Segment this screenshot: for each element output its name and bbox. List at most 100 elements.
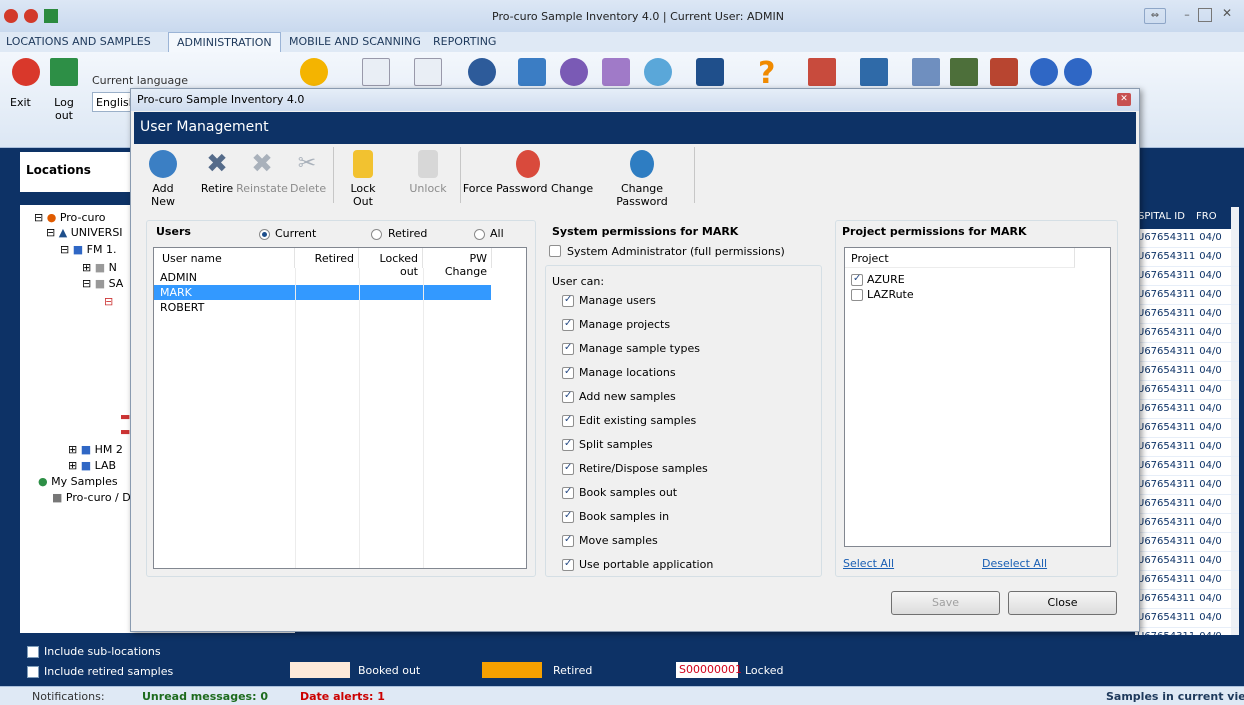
logout-icon[interactable] <box>50 58 78 86</box>
grid-row[interactable]: U6765431104/0 <box>1135 267 1239 286</box>
permission-label[interactable]: Split samples <box>579 438 653 451</box>
close-window-button[interactable]: ✕ <box>1220 6 1234 20</box>
tree-node[interactable]: ⊟ ■ FM 1. <box>60 243 116 256</box>
permission-label[interactable]: Add new samples <box>579 390 676 403</box>
grid-row[interactable]: U6765431104/0 <box>1135 343 1239 362</box>
filter-current-radio[interactable] <box>259 229 270 240</box>
fields-icon[interactable] <box>808 58 836 86</box>
include-retired-checkbox[interactable] <box>27 666 39 678</box>
add-new-button[interactable]: Add New <box>140 144 186 208</box>
tree-node[interactable]: ⊞ ■ N <box>82 261 117 274</box>
permission-label[interactable]: Edit existing samples <box>579 414 696 427</box>
permission-checkbox[interactable] <box>562 486 574 499</box>
grid-row[interactable]: U6765431104/0 <box>1135 324 1239 343</box>
permission-checkbox[interactable] <box>562 366 574 379</box>
boxes-icon[interactable] <box>990 58 1018 86</box>
units-icon[interactable] <box>696 58 724 86</box>
tab-administration[interactable]: ADMINISTRATION <box>168 32 281 53</box>
filter-all-label[interactable]: All <box>490 227 504 240</box>
deselect-all-link[interactable]: Deselect All <box>982 557 1047 570</box>
permission-checkbox[interactable] <box>562 318 574 331</box>
close-button[interactable]: Close <box>1008 591 1117 615</box>
filter-retired-radio[interactable] <box>371 229 382 240</box>
grid-row[interactable]: U6765431104/0 <box>1135 609 1239 628</box>
sample-icon[interactable] <box>644 58 672 86</box>
unlock-button[interactable]: Unlock <box>408 144 448 195</box>
filter-all-radio[interactable] <box>474 229 485 240</box>
tree-node[interactable]: ⊞ ■ HM 2 <box>68 443 123 456</box>
users-icon[interactable] <box>560 58 588 86</box>
company-icon[interactable] <box>518 58 546 86</box>
grid-row[interactable]: U6765431104/0 <box>1135 381 1239 400</box>
grid-row[interactable]: U6765431104/0 <box>1135 476 1239 495</box>
column-header[interactable]: PW Change <box>423 248 492 278</box>
logout-label[interactable]: Log out <box>52 96 76 122</box>
select-all-link[interactable]: Select All <box>843 557 894 570</box>
logout-quick-icon[interactable] <box>44 9 58 23</box>
calendar-icon[interactable] <box>912 58 940 86</box>
permission-label[interactable]: Use portable application <box>579 558 713 571</box>
delete-button[interactable]: ✂ Delete <box>290 144 326 195</box>
user-row[interactable]: ADMIN <box>154 270 491 285</box>
permission-label[interactable]: Retire/Dispose samples <box>579 462 708 475</box>
user-row[interactable]: ROBERT <box>154 300 491 315</box>
grid-row[interactable]: U6765431104/0 <box>1135 514 1239 533</box>
info-icon[interactable] <box>1064 58 1092 86</box>
tree-node[interactable]: ▬ <box>120 425 130 438</box>
grid-header[interactable]: SPITAL ID <box>1135 207 1193 229</box>
exit-label[interactable]: Exit <box>10 96 31 109</box>
tab-locations-and-samples[interactable]: LOCATIONS AND SAMPLES <box>6 35 151 48</box>
permission-checkbox[interactable] <box>562 414 574 427</box>
sysadmin-label[interactable]: System Administrator (full permissions) <box>567 245 785 258</box>
grid-row[interactable]: U6765431104/0 <box>1135 571 1239 590</box>
projects-icon[interactable] <box>602 58 630 86</box>
tree-node[interactable]: ⊟ <box>104 295 113 308</box>
unread-messages[interactable]: Unread messages: 0 <box>142 690 268 703</box>
tree-node[interactable]: ⊟ ■ SA <box>82 277 123 290</box>
filter-retired-label[interactable]: Retired <box>388 227 427 240</box>
permission-label[interactable]: Manage projects <box>579 318 670 331</box>
tree-node[interactable]: ⊟ ▲ UNIVERSI <box>46 226 123 239</box>
grid-row[interactable]: U6765431104/0 <box>1135 495 1239 514</box>
grid-row[interactable]: U6765431104/0 <box>1135 305 1239 324</box>
grid-row[interactable]: U6765431104/0 <box>1135 438 1239 457</box>
permission-checkbox[interactable] <box>562 462 574 475</box>
resize-icon[interactable]: ⇔ <box>1144 8 1166 24</box>
retire-button[interactable]: ✖ Retire <box>200 144 234 195</box>
permission-checkbox[interactable] <box>562 342 574 355</box>
maximize-button[interactable] <box>1198 8 1212 22</box>
tab-mobile-and-scanning[interactable]: MOBILE AND SCANNING <box>289 35 421 48</box>
grid-row[interactable]: U6765431104/0 <box>1135 362 1239 381</box>
tree-node[interactable]: ■ Pro-curo / Di <box>52 491 134 504</box>
project-column-header[interactable]: Project <box>845 248 1075 268</box>
column-header[interactable]: User name <box>154 248 295 268</box>
help-icon[interactable] <box>1030 58 1058 86</box>
force-password-change-button[interactable]: Force Password Change <box>462 144 594 195</box>
tree-node[interactable]: ● My Samples <box>38 475 118 488</box>
grid-row[interactable]: U6765431104/0 <box>1135 419 1239 438</box>
mail-icon[interactable] <box>414 58 442 86</box>
user-row-selected[interactable]: MARK <box>154 285 491 300</box>
new-message-icon[interactable] <box>362 58 390 86</box>
filter-current-label[interactable]: Current <box>275 227 316 240</box>
grid-header[interactable]: FRO <box>1193 207 1231 229</box>
permission-label[interactable]: Book samples in <box>579 510 669 523</box>
permission-checkbox[interactable] <box>562 510 574 523</box>
grid-row[interactable]: U6765431104/0 <box>1135 533 1239 552</box>
project-name[interactable]: LAZRute <box>867 288 914 301</box>
exit-quick-icon[interactable] <box>24 9 38 23</box>
lock-out-button[interactable]: Lock Out <box>340 144 386 208</box>
tree-node[interactable]: ⊞ ■ LAB <box>68 459 116 472</box>
column-header[interactable]: Locked out <box>359 248 423 278</box>
permission-label[interactable]: Move samples <box>579 534 658 547</box>
help-question-icon[interactable]: ? <box>758 56 775 91</box>
barcode-icon[interactable] <box>860 58 888 86</box>
permission-checkbox[interactable] <box>562 534 574 547</box>
permission-label[interactable]: Manage locations <box>579 366 676 379</box>
archive-icon[interactable] <box>950 58 978 86</box>
project-checkbox-lazrute[interactable] <box>851 289 863 301</box>
change-password-button[interactable]: Change Password <box>596 144 688 208</box>
date-alerts[interactable]: Date alerts: 1 <box>300 690 385 703</box>
permission-label[interactable]: Book samples out <box>579 486 677 499</box>
grid-row[interactable]: U6765431104/0 <box>1135 590 1239 609</box>
